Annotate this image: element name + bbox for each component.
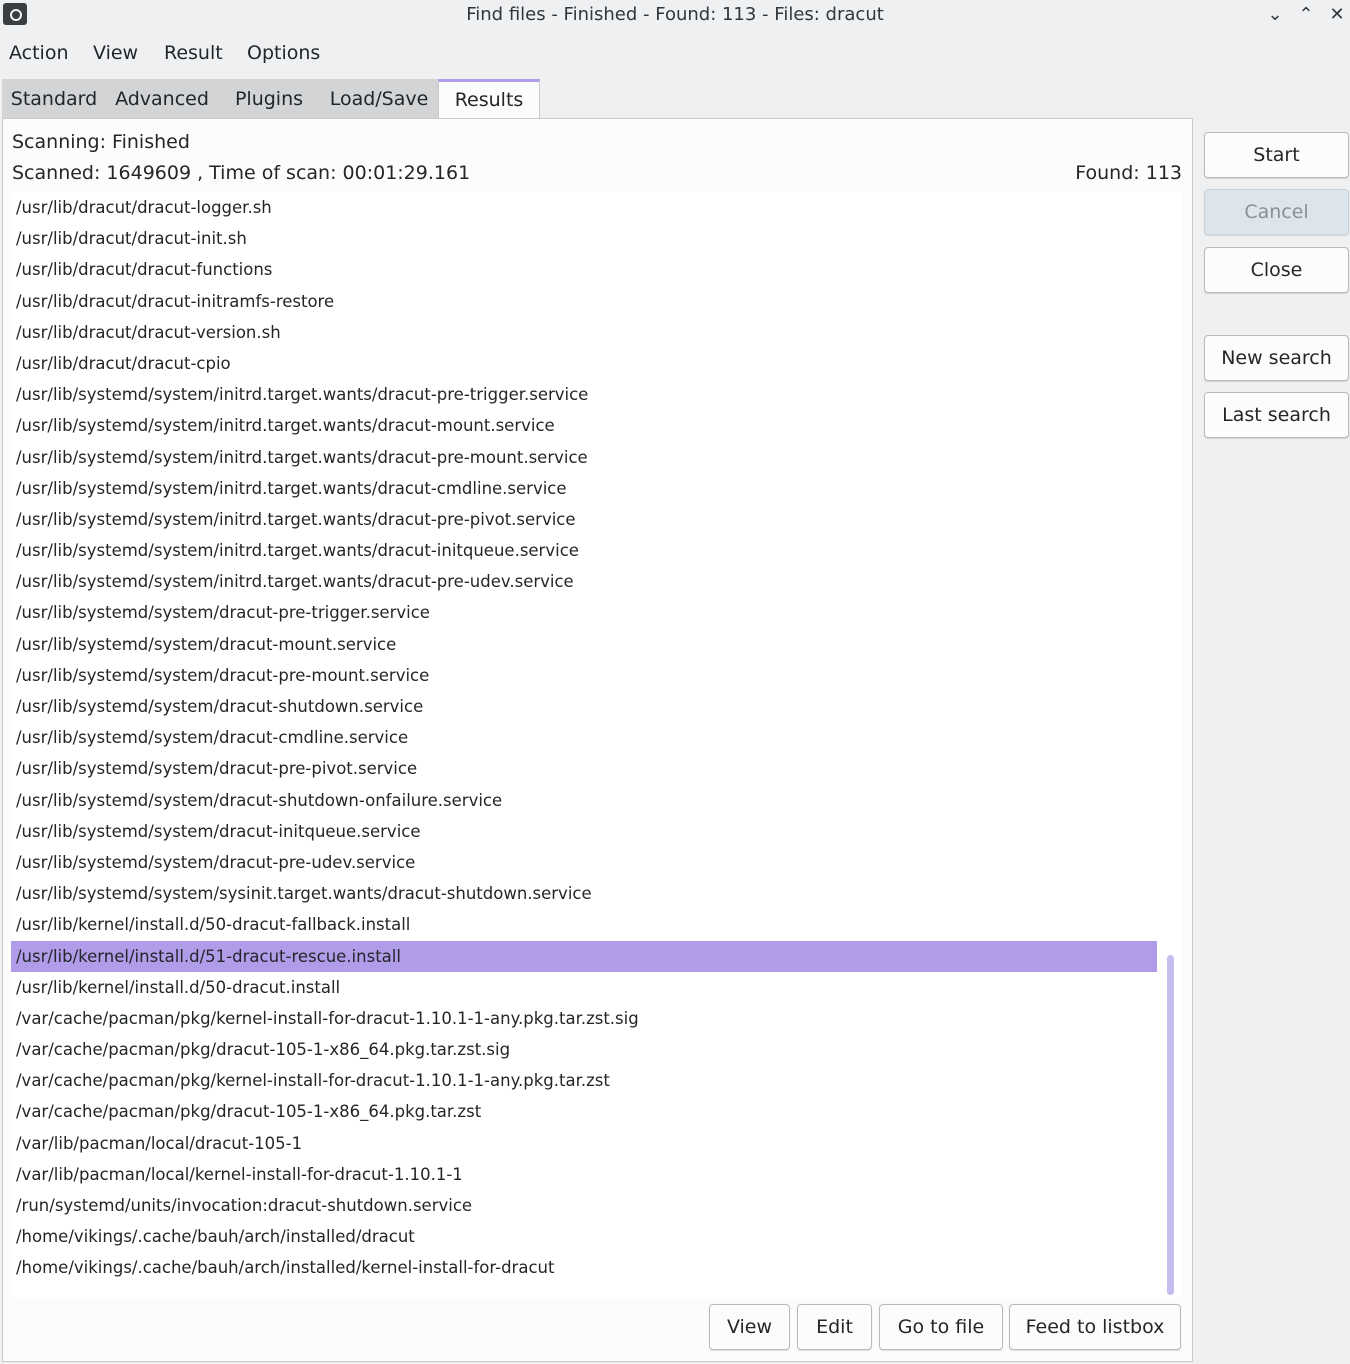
menu-options[interactable]: Options [247,42,320,64]
result-row[interactable]: /usr/lib/systemd/system/initrd.target.wa… [11,473,1157,504]
edit-button[interactable]: Edit [797,1304,872,1350]
result-row[interactable]: /usr/lib/systemd/system/dracut-shutdown-… [11,785,1157,816]
result-row[interactable]: /usr/lib/systemd/system/dracut-mount.ser… [11,629,1157,660]
result-row[interactable]: /usr/lib/systemd/system/initrd.target.wa… [11,535,1157,566]
result-row[interactable]: /usr/lib/systemd/system/dracut-pre-mount… [11,660,1157,691]
result-row[interactable]: /var/lib/pacman/local/dracut-105-1 [11,1128,1157,1159]
new-search-button[interactable]: New search [1204,335,1349,381]
result-row[interactable]: /usr/lib/systemd/system/sysinit.target.w… [11,878,1157,909]
close-button[interactable]: Close [1204,247,1349,293]
go-to-file-button[interactable]: Go to file [879,1304,1003,1350]
window-title: Find files - Finished - Found: 113 - Fil… [466,4,884,25]
minimize-icon[interactable]: ⌄ [1262,2,1288,28]
view-button[interactable]: View [709,1304,790,1350]
result-row[interactable]: /var/cache/pacman/pkg/dracut-105-1-x86_6… [11,1034,1157,1065]
result-row[interactable]: /usr/lib/dracut/dracut-logger.sh [11,192,1157,223]
result-row[interactable]: /usr/lib/systemd/system/initrd.target.wa… [11,410,1157,441]
result-row[interactable]: /home/vikings/.cache/bauh/arch/installed… [11,1252,1157,1283]
result-row[interactable]: /usr/lib/systemd/system/dracut-shutdown.… [11,691,1157,722]
result-row[interactable]: /run/systemd/units/invocation:dracut-shu… [11,1190,1157,1221]
result-row[interactable]: /usr/lib/systemd/system/initrd.target.wa… [11,379,1157,410]
result-row[interactable]: /usr/lib/dracut/dracut-cpio [11,348,1157,379]
tab-plugins[interactable]: Plugins [218,79,320,119]
feed-to-listbox-button[interactable]: Feed to listbox [1009,1304,1181,1350]
tab-load-save[interactable]: Load/Save [320,79,438,119]
result-row[interactable]: /usr/lib/systemd/system/initrd.target.wa… [11,442,1157,473]
scrollbar-handle[interactable] [1167,955,1174,1295]
cancel-button[interactable]: Cancel [1204,189,1349,235]
tab-advanced[interactable]: Advanced [106,79,218,119]
result-row[interactable]: /usr/lib/systemd/system/dracut-pre-udev.… [11,847,1157,878]
tab-results[interactable]: Results [438,79,540,120]
scanning-status: Scanning: Finished [12,131,190,153]
result-row[interactable]: /home/vikings/.cache/bauh/arch/installed… [11,1221,1157,1252]
last-search-button[interactable]: Last search [1204,392,1349,438]
result-row[interactable]: /usr/lib/dracut/dracut-version.sh [11,317,1157,348]
results-panel: Scanning: Finished Scanned: 1649609 , Ti… [2,118,1193,1362]
menu-result[interactable]: Result [164,42,223,64]
result-row[interactable]: /usr/lib/dracut/dracut-init.sh [11,223,1157,254]
start-button[interactable]: Start [1204,132,1349,178]
result-row[interactable]: /usr/lib/systemd/system/dracut-cmdline.s… [11,722,1157,753]
result-row[interactable]: /usr/lib/systemd/system/dracut-pre-pivot… [11,753,1157,784]
maximize-icon[interactable]: ⌃ [1293,2,1319,28]
results-listbox[interactable]: /usr/lib/dracut/dracut-logger.sh/usr/lib… [11,192,1182,1298]
result-row[interactable]: /usr/lib/kernel/install.d/51-dracut-resc… [11,940,1157,972]
tab-standard[interactable]: Standard [2,79,106,119]
menu-bar: Action View Result Options [0,36,600,72]
result-row[interactable]: /usr/lib/dracut/dracut-functions [11,254,1157,285]
result-row[interactable]: /usr/lib/dracut/dracut-initramfs-restore [11,286,1157,317]
title-bar: Find files - Finished - Found: 113 - Fil… [0,0,1350,30]
results-list: /usr/lib/dracut/dracut-logger.sh/usr/lib… [11,192,1157,1284]
menu-action[interactable]: Action [9,42,69,64]
result-row[interactable]: /var/cache/pacman/pkg/dracut-105-1-x86_6… [11,1096,1157,1127]
result-row[interactable]: /usr/lib/kernel/install.d/50-dracut-fall… [11,909,1157,940]
result-row[interactable]: /var/cache/pacman/pkg/kernel-install-for… [11,1065,1157,1096]
result-row[interactable]: /usr/lib/systemd/system/initrd.target.wa… [11,504,1157,535]
menu-view[interactable]: View [93,42,138,64]
result-row[interactable]: /usr/lib/systemd/system/dracut-pre-trigg… [11,597,1157,628]
scan-stats: Scanned: 1649609 , Time of scan: 00:01:2… [12,162,471,184]
result-row[interactable]: /usr/lib/systemd/system/initrd.target.wa… [11,566,1157,597]
result-row[interactable]: /usr/lib/systemd/system/dracut-initqueue… [11,816,1157,847]
result-row[interactable]: /usr/lib/kernel/install.d/50-dracut.inst… [11,972,1157,1003]
result-row[interactable]: /var/cache/pacman/pkg/kernel-install-for… [11,1003,1157,1034]
tab-bar: Standard Advanced Plugins Load/Save Resu… [2,79,540,120]
result-row[interactable]: /var/lib/pacman/local/kernel-install-for… [11,1159,1157,1190]
found-count: Found: 113 [1075,162,1182,184]
close-window-icon[interactable]: ✕ [1324,2,1350,28]
